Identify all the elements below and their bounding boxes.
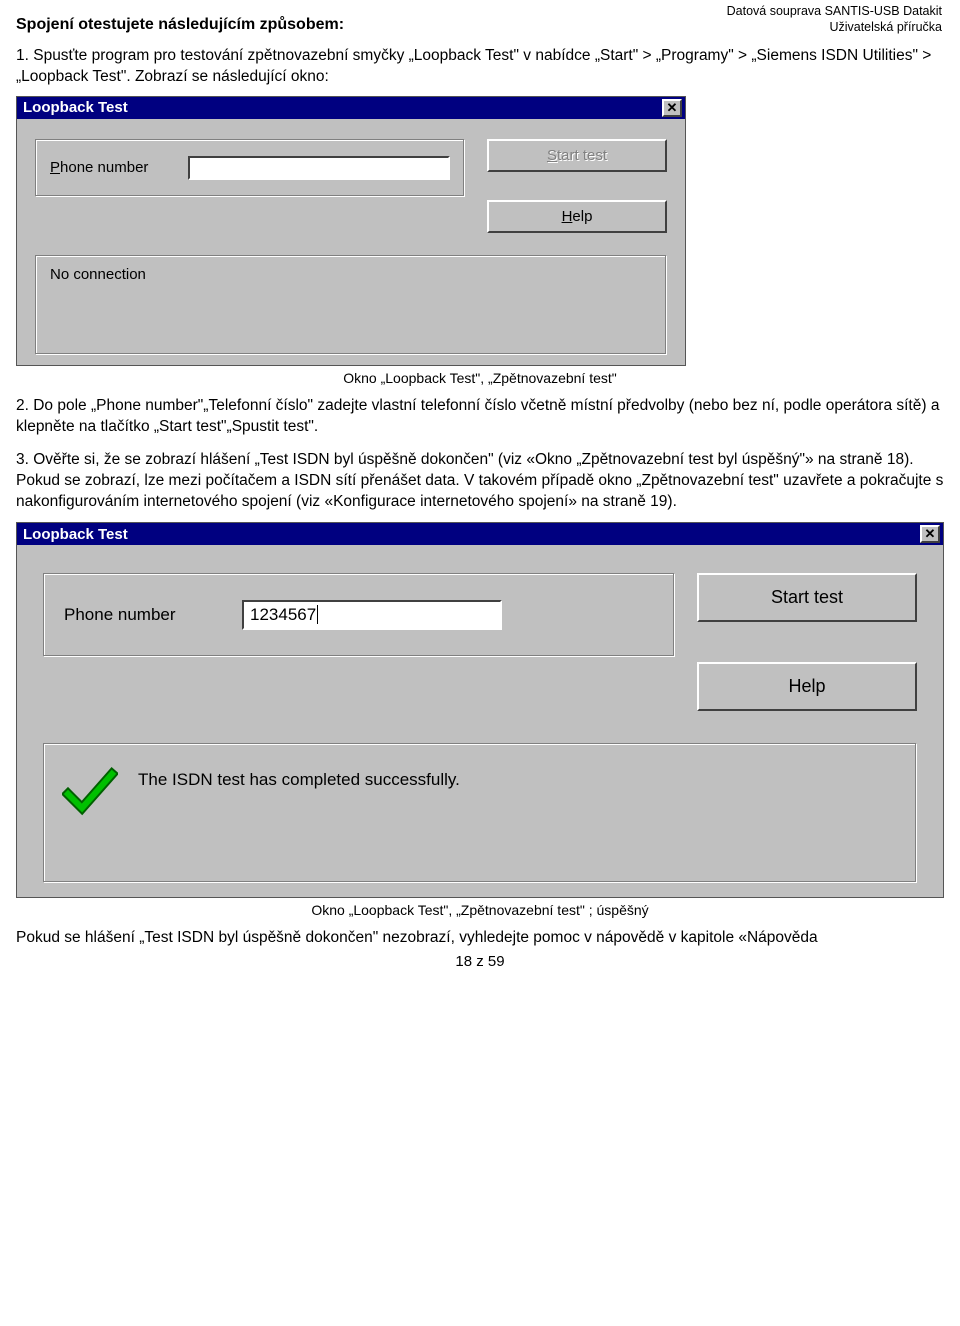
phone-label: Phone number (64, 605, 224, 625)
header-meta: Datová souprava SANTIS-USB Datakit Uživa… (727, 4, 942, 35)
window-loopback-2: Loopback Test ✕ Phone number 1234567 Sta… (16, 522, 944, 898)
upper-row: PPhone numberhone number Start test Star… (35, 139, 667, 233)
paragraph-3: 3. Ověřte si, že se zobrazí hlášení „Tes… (16, 450, 944, 513)
close-button[interactable]: ✕ (662, 99, 682, 117)
figure-1-caption: Okno „Loopback Test", „Zpětnovazební tes… (16, 370, 944, 386)
close-icon: ✕ (925, 528, 936, 540)
close-button[interactable]: ✕ (920, 525, 940, 543)
status-text: No connection (50, 266, 146, 283)
start-test-button[interactable]: Start test (697, 573, 917, 622)
screenshot-1-frame: Loopback Test ✕ PPhone numberhone number (16, 96, 944, 366)
header-line1: Datová souprava SANTIS-USB Datakit (727, 4, 942, 20)
phone-input[interactable]: 1234567 (242, 600, 502, 630)
start-test-button[interactable]: Start test Start test (487, 139, 667, 172)
status-groupbox: No connection (35, 255, 667, 355)
screenshot-2-frame: Loopback Test ✕ Phone number 1234567 Sta… (16, 522, 944, 898)
window-titlebar: Loopback Test ✕ (17, 523, 943, 545)
paragraph-4: Pokud se hlášení „Test ISDN byl úspěšně … (16, 928, 944, 949)
window-titlebar: Loopback Test ✕ (17, 97, 685, 119)
window-title: Loopback Test (23, 99, 128, 116)
window-body: PPhone numberhone number Start test Star… (17, 119, 685, 365)
checkmark-icon (62, 764, 118, 820)
status-groupbox: The ISDN test has completed successfully… (43, 743, 917, 883)
phone-groupbox: PPhone numberhone number (35, 139, 465, 197)
paragraph-1: 1. Spusťte program pro testování zpětnov… (16, 46, 944, 88)
paragraph-2: 2. Do pole „Phone number"„Telefonní čísl… (16, 396, 944, 438)
close-icon: ✕ (667, 102, 678, 114)
phone-groupbox: Phone number 1234567 (43, 573, 675, 657)
status-text: The ISDN test has completed successfully… (138, 770, 460, 790)
phone-label: PPhone numberhone number (50, 159, 170, 176)
phone-input[interactable] (188, 156, 450, 180)
window-loopback-1: Loopback Test ✕ PPhone numberhone number (16, 96, 686, 366)
figure-2-caption: Okno „Loopback Test", „Zpětnovazební tes… (16, 902, 944, 918)
window-body: Phone number 1234567 Start test Help (17, 545, 943, 897)
help-button[interactable]: Help (697, 662, 917, 711)
page-number: 18 z 59 (16, 953, 944, 970)
help-button[interactable]: Help Help (487, 200, 667, 233)
window-title: Loopback Test (23, 526, 128, 543)
upper-row: Phone number 1234567 Start test Help (43, 573, 917, 711)
header-line2: Uživatelská příručka (727, 20, 942, 36)
